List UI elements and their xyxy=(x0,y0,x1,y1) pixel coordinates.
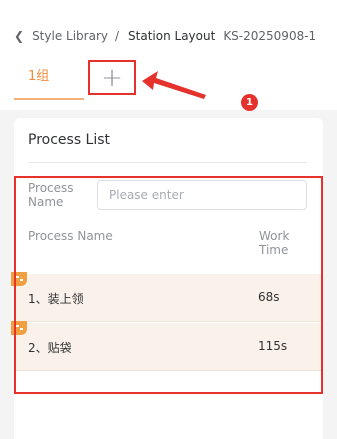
panel-divider xyxy=(28,162,307,163)
breadcrumb-current: Station Layout xyxy=(128,29,216,43)
add-tab-button[interactable]: + xyxy=(88,60,136,95)
plus-icon: + xyxy=(101,62,123,93)
annotation-badge: 1 xyxy=(241,94,258,111)
top-bar: ❮ Style Library / Station Layout KS-2025… xyxy=(0,0,337,111)
annotation-highlight-box xyxy=(14,176,323,394)
tab-label: 1组 xyxy=(28,69,50,84)
panel-title: Process List xyxy=(28,132,111,148)
chevron-left-icon[interactable]: ❮ xyxy=(14,29,24,43)
style-code: KS-20250908-1 xyxy=(223,29,317,43)
tab-group-1[interactable]: 1组 xyxy=(14,67,84,101)
breadcrumb: ❮ Style Library / Station Layout KS-2025… xyxy=(14,27,316,45)
breadcrumb-parent[interactable]: Style Library xyxy=(32,29,108,43)
annotation-arrow-icon xyxy=(142,71,206,99)
active-tab-underline xyxy=(14,98,84,100)
breadcrumb-separator: / xyxy=(114,29,120,43)
